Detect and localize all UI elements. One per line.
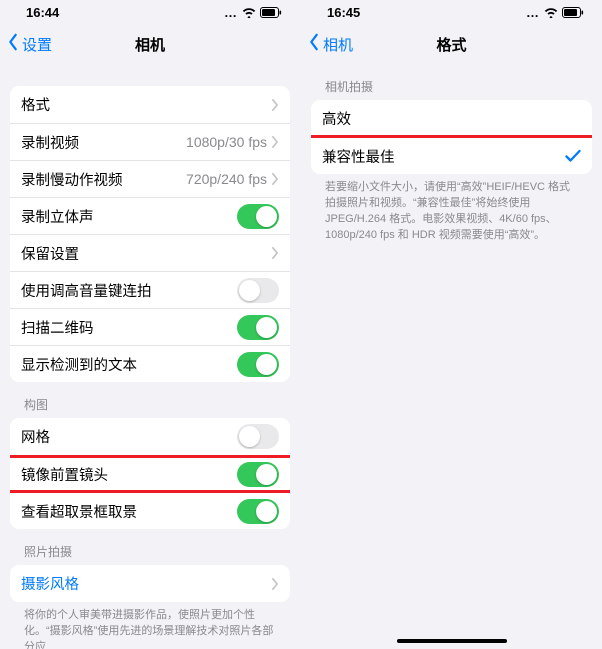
nav-bar: 设置 相机 (0, 24, 300, 64)
row-label: 高效 (322, 108, 581, 129)
back-label: 设置 (22, 34, 52, 55)
battery-icon (562, 7, 584, 18)
chevron-left-icon (6, 33, 20, 55)
capture-header: 相机拍摄 (311, 64, 592, 100)
chevron-right-icon (271, 173, 279, 185)
wifi-icon (242, 7, 256, 18)
row-detail: 1080p/30 fps (186, 134, 267, 150)
home-indicator[interactable] (397, 639, 507, 643)
row-volume-burst: 使用调高音量键连拍 (10, 271, 290, 308)
chevron-right-icon (271, 99, 279, 111)
chevron-right-icon (271, 136, 279, 148)
row-high-efficiency[interactable]: 高效 (311, 100, 592, 137)
mirror-front-switch[interactable] (237, 462, 279, 487)
row-label: 镜像前置镜头 (21, 464, 237, 485)
status-time: 16:44 (26, 5, 59, 20)
row-label: 兼容性最佳 (322, 146, 565, 167)
row-label: 使用调高音量键连拍 (21, 280, 237, 301)
formats-screen: 16:45 相机 格式 相机拍摄 高效 兼容性最佳 若要缩小文件大小，请使用“高… (301, 0, 602, 649)
back-button[interactable]: 相机 (301, 33, 353, 55)
view-outside-switch[interactable] (237, 499, 279, 524)
photo-header: 照片拍摄 (10, 529, 290, 565)
composition-header: 构图 (10, 382, 290, 418)
settings-group-photo: 摄影风格 (10, 565, 290, 602)
row-label: 显示检测到的文本 (21, 354, 237, 375)
battery-icon (260, 7, 282, 18)
camera-settings-screen: 16:44 设置 相机 格式 录制视频 1080p/30 fps 录 (0, 0, 301, 649)
back-label: 相机 (323, 34, 353, 55)
formats-group: 高效 兼容性最佳 (311, 100, 592, 174)
row-grid: 网格 (10, 418, 290, 455)
photo-footer: 将你的个人审美带进摄影作品，使照片更加个性化。“摄影风格”使用先进的场景理解技术… (10, 602, 290, 649)
settings-group-composition: 网格 镜像前置镜头 查看超取景框取景 (10, 418, 290, 529)
detected-text-switch[interactable] (237, 352, 279, 377)
row-view-outside: 查看超取景框取景 (10, 492, 290, 529)
formats-footer: 若要缩小文件大小，请使用“高效”HEIF/HEVC 格式拍摄照片和视频。“兼容性… (311, 174, 592, 244)
row-label: 格式 (21, 94, 271, 115)
row-stereo: 录制立体声 (10, 197, 290, 234)
chevron-right-icon (271, 247, 279, 259)
cellular-icon (526, 5, 540, 20)
checkmark-icon (565, 149, 581, 163)
status-bar: 16:44 (0, 0, 300, 24)
row-preserve[interactable]: 保留设置 (10, 234, 290, 271)
row-label: 查看超取景框取景 (21, 501, 237, 522)
chevron-left-icon (307, 33, 321, 55)
nav-bar: 相机 格式 (301, 24, 602, 64)
row-label: 保留设置 (21, 243, 271, 264)
row-record-slomo[interactable]: 录制慢动作视频 720p/240 fps (10, 160, 290, 197)
row-photo-styles[interactable]: 摄影风格 (10, 565, 290, 602)
stereo-switch[interactable] (237, 204, 279, 229)
row-label: 网格 (21, 426, 237, 447)
back-button[interactable]: 设置 (0, 33, 52, 55)
row-label: 扫描二维码 (21, 317, 237, 338)
chevron-right-icon (271, 578, 279, 590)
grid-switch[interactable] (237, 424, 279, 449)
row-detail: 720p/240 fps (186, 171, 267, 187)
row-label: 录制视频 (21, 132, 186, 153)
row-record-video[interactable]: 录制视频 1080p/30 fps (10, 123, 290, 160)
row-detected-text: 显示检测到的文本 (10, 345, 290, 382)
wifi-icon (544, 7, 558, 18)
volume-burst-switch[interactable] (237, 278, 279, 303)
scan-qr-switch[interactable] (237, 315, 279, 340)
row-mirror-front: 镜像前置镜头 (10, 455, 290, 492)
row-scan-qr: 扫描二维码 (10, 308, 290, 345)
row-format[interactable]: 格式 (10, 86, 290, 123)
row-most-compatible[interactable]: 兼容性最佳 (311, 137, 592, 174)
status-indicators (526, 5, 584, 20)
row-label: 录制立体声 (21, 206, 237, 227)
row-label: 摄影风格 (21, 573, 271, 594)
status-time: 16:45 (327, 5, 360, 20)
status-indicators (224, 5, 282, 20)
cellular-icon (224, 5, 238, 20)
settings-group-1: 格式 录制视频 1080p/30 fps 录制慢动作视频 720p/240 fp… (10, 86, 290, 382)
row-label: 录制慢动作视频 (21, 169, 186, 190)
status-bar: 16:45 (301, 0, 602, 24)
